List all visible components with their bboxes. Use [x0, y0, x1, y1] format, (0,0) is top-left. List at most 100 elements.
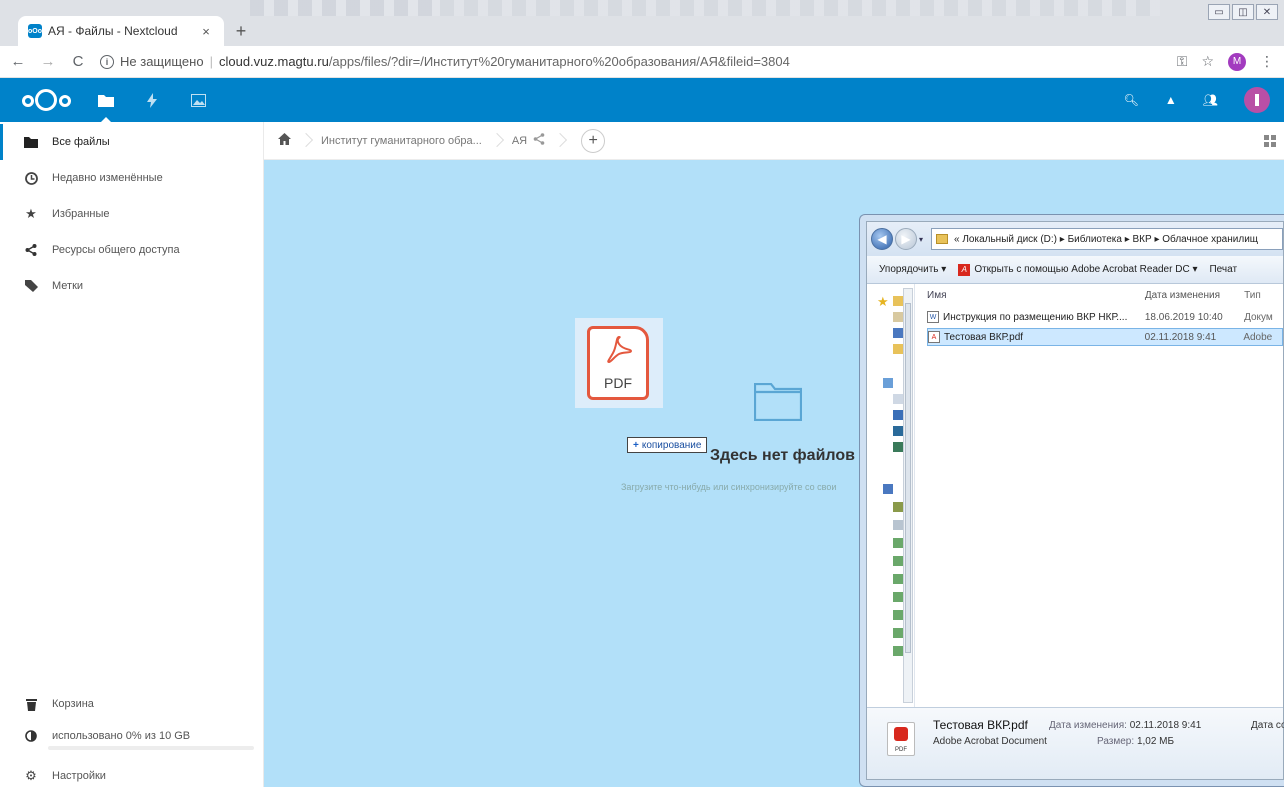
- nextcloud-favicon-icon: oOo: [28, 24, 42, 38]
- trash-label: Корзина: [52, 698, 94, 710]
- tree-documents-icon[interactable]: [893, 394, 903, 404]
- trash-icon: [24, 697, 38, 711]
- windows-explorer-window[interactable]: ◀ ▶ ▾ « Локальный диск (D:) ▸ Библиотека…: [859, 214, 1284, 787]
- clock-icon: [24, 171, 38, 185]
- new-tab-button[interactable]: +: [230, 20, 252, 42]
- tree-folder-icon[interactable]: [893, 312, 903, 322]
- sidebar-item-settings[interactable]: ⚙ Настройки: [0, 758, 264, 787]
- breadcrumb-separator: [492, 130, 502, 152]
- explorer-file-list: Имя Дата изменения Тип W Инструкция по р…: [927, 284, 1283, 707]
- quota-pie-icon: [24, 729, 38, 743]
- contacts-icon[interactable]: 👥︎: [1203, 93, 1218, 107]
- open-with-button[interactable]: A Открыть с помощью Adobe Acrobat Reader…: [958, 263, 1197, 276]
- tree-drive-icon[interactable]: [893, 520, 903, 530]
- back-arrow-icon[interactable]: ←: [6, 53, 30, 70]
- security-status: Не защищено: [120, 54, 204, 69]
- settings-label: Настройки: [52, 770, 106, 782]
- breadcrumb: Институт гуманитарного обра... АЯ +: [264, 122, 1284, 160]
- sidebar-item-label: Избранные: [52, 208, 110, 220]
- file-row[interactable]: W Инструкция по размещению ВКР НКР.... 1…: [927, 308, 1283, 326]
- sidebar-item-recent[interactable]: Недавно изменённые: [0, 160, 264, 196]
- notifications-bell-icon[interactable]: ▲: [1165, 93, 1177, 107]
- activity-app-icon[interactable]: [140, 88, 164, 112]
- back-arrow-icon[interactable]: ◀: [871, 228, 893, 250]
- details-size: Размер: 1,02 МБ: [1097, 736, 1174, 747]
- pdf-icon-label: PDF: [895, 747, 907, 753]
- gear-icon: ⚙: [25, 768, 37, 783]
- navigation-scrollbar[interactable]: [903, 288, 913, 703]
- tree-network-drive-icon[interactable]: [893, 628, 903, 638]
- organize-button[interactable]: Упорядочить ▾: [879, 264, 946, 275]
- nextcloud-header: 🔍︎ ▲ 👥︎: [0, 78, 1284, 122]
- details-modified: Дата изменения: 02.11.2018 9:41: [1049, 720, 1201, 731]
- address-bar[interactable]: i Не защищено | cloud.vuz.magtu.ru /apps…: [100, 49, 1177, 75]
- breadcrumb-item-institute[interactable]: Институт гуманитарного обра...: [321, 135, 482, 147]
- tree-video-icon[interactable]: [893, 442, 903, 452]
- header-right: 🔍︎ ▲ 👥︎: [1124, 87, 1270, 113]
- sidebar-item-trash[interactable]: Корзина: [0, 686, 264, 722]
- tree-network-drive-icon[interactable]: [893, 556, 903, 566]
- menu-kebab-icon[interactable]: ⋮: [1260, 53, 1274, 70]
- files-app-icon[interactable]: [94, 88, 118, 122]
- grid-view-icon[interactable]: [1264, 135, 1276, 147]
- tree-desktop-icon[interactable]: [893, 328, 903, 338]
- sidebar-item-tags[interactable]: Метки: [0, 268, 264, 304]
- file-date: 02.11.2018 9:41: [1144, 331, 1217, 343]
- tree-network-drive-icon[interactable]: [893, 610, 903, 620]
- tree-library-icon[interactable]: [883, 378, 893, 388]
- drag-copy-badge: + копирование: [627, 437, 708, 453]
- explorer-path-field[interactable]: « Локальный диск (D:) ▸ Библиотека ▸ ВКР…: [931, 228, 1283, 250]
- restore-icon[interactable]: ◫: [1232, 4, 1254, 20]
- details-modified-value: 02.11.2018 9:41: [1129, 720, 1202, 731]
- key-icon[interactable]: ⚿: [1177, 53, 1188, 70]
- favorites-star-icon[interactable]: ★: [877, 294, 891, 309]
- tree-network-drive-icon[interactable]: [893, 574, 903, 584]
- home-icon[interactable]: [278, 133, 291, 148]
- tree-network-drive-icon[interactable]: [893, 646, 903, 656]
- breadcrumb-separator: [301, 130, 311, 152]
- column-header-name[interactable]: Имя: [927, 290, 1145, 301]
- info-icon[interactable]: i: [100, 54, 114, 69]
- explorer-path: « Локальный диск (D:) ▸ Библиотека ▸ ВКР…: [954, 233, 1259, 245]
- pdf-file-icon: A: [928, 331, 940, 343]
- tree-folder-icon[interactable]: [893, 296, 903, 306]
- reload-icon[interactable]: C: [66, 53, 90, 70]
- new-file-button[interactable]: +: [581, 128, 606, 153]
- history-dropdown-icon[interactable]: ▾: [919, 235, 923, 244]
- profile-avatar[interactable]: M: [1228, 52, 1246, 71]
- tree-drive-icon[interactable]: [893, 502, 903, 512]
- file-row-selected[interactable]: A Тестовая ВКР.pdf 02.11.2018 9:41 Adobe: [927, 328, 1283, 346]
- file-list-header: Имя Дата изменения Тип: [927, 284, 1283, 306]
- window-controls: ▭ ◫ ✕: [1208, 4, 1278, 20]
- minimize-icon[interactable]: ▭: [1208, 4, 1230, 20]
- breadcrumb-item-current[interactable]: АЯ: [512, 135, 527, 147]
- close-window-icon[interactable]: ✕: [1256, 4, 1278, 20]
- details-modified-key: Дата изменения:: [1049, 720, 1127, 731]
- tree-folder-icon[interactable]: [893, 344, 903, 354]
- file-type: Adobe: [1243, 331, 1273, 343]
- browser-tab-active[interactable]: oOo АЯ - Файлы - Nextcloud ×: [18, 16, 224, 46]
- column-header-type[interactable]: Тип: [1244, 290, 1283, 301]
- forward-arrow-icon[interactable]: →: [36, 53, 60, 70]
- sidebar-item-shares[interactable]: Ресурсы общего доступа: [0, 232, 264, 268]
- tree-music-icon[interactable]: [893, 410, 903, 420]
- gallery-app-icon[interactable]: [186, 88, 210, 112]
- tree-pictures-icon[interactable]: [893, 426, 903, 436]
- sidebar-item-all-files[interactable]: Все файлы: [0, 124, 264, 160]
- print-button[interactable]: Печат: [1209, 264, 1237, 275]
- sidebar-item-favorites[interactable]: ★ Избранные: [0, 196, 264, 232]
- tree-network-drive-icon[interactable]: [893, 592, 903, 602]
- folder-icon: [936, 234, 949, 244]
- share-icon[interactable]: [533, 133, 545, 148]
- forward-arrow-icon[interactable]: ▶: [895, 228, 917, 250]
- tree-computer-icon[interactable]: [883, 484, 893, 494]
- nextcloud-logo-icon[interactable]: [22, 89, 72, 111]
- user-avatar[interactable]: [1244, 87, 1270, 113]
- file-name: Инструкция по размещению ВКР НКР....: [943, 311, 1128, 323]
- tree-network-drive-icon[interactable]: [893, 538, 903, 548]
- tab-close-icon[interactable]: ×: [198, 24, 214, 39]
- scrollbar-thumb[interactable]: [905, 303, 911, 653]
- column-header-date[interactable]: Дата изменения: [1145, 290, 1244, 301]
- bookmark-star-icon[interactable]: ☆: [1201, 53, 1214, 70]
- search-icon[interactable]: 🔍︎: [1124, 93, 1139, 107]
